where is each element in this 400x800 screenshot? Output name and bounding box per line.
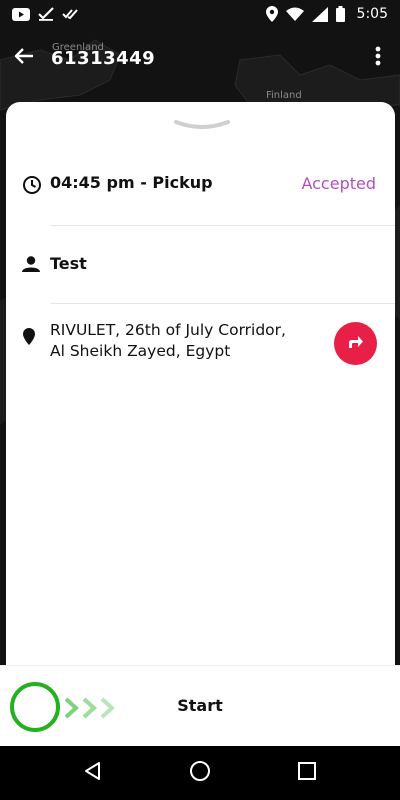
location-pin-icon [23,328,35,349]
directions-icon [348,334,364,353]
customer-row: Test [6,242,395,282]
address-row: RIVULET, 26th of July Corridor, Al Sheik… [6,320,395,380]
trip-details-card: 04:45 pm - Pickup Accepted Test RIVULET,… [6,102,395,665]
status-bar: 5:05 [0,0,400,28]
signal-icon [311,6,328,22]
address-line-1: RIVULET, 26th of July Corridor, [50,321,286,339]
status-left-icons [12,7,78,21]
map-label-finland: Finland [266,90,302,101]
location-icon [265,6,278,22]
status-badge: Accepted [301,174,376,193]
pickup-time: 04:45 pm - Pickup [50,173,213,192]
circle-home-icon [189,760,211,786]
status-right-icons: 5:05 [265,6,388,22]
more-vert-icon [375,46,381,70]
more-options-button[interactable] [368,44,388,72]
customer-name: Test [50,254,87,273]
back-button[interactable] [10,44,38,72]
status-time: 5:05 [356,6,388,22]
person-icon [22,256,40,276]
battery-icon [335,6,345,22]
start-label: Start [177,696,223,715]
start-slider-bar: Start [0,665,400,746]
pickup-time-row: 04:45 pm - Pickup Accepted [6,164,395,204]
system-back-button[interactable] [73,753,113,793]
page-title: 61313449 [51,47,156,69]
square-recents-icon [297,762,316,784]
clock-icon [22,175,42,199]
youtube-icon [12,7,30,21]
system-home-button[interactable] [180,753,220,793]
arrow-back-icon [14,48,33,68]
chevron-right-icon [64,696,126,720]
system-nav-bar [0,746,400,800]
divider [50,225,395,226]
check-icon [38,7,54,21]
system-recents-button[interactable] [287,753,327,793]
navigate-button[interactable] [334,322,377,365]
start-slider-knob[interactable] [10,682,60,732]
pickup-address: RIVULET, 26th of July Corridor, Al Sheik… [50,320,330,362]
address-line-2: Al Sheikh Zayed, Egypt [50,342,231,360]
double-check-icon [62,8,78,20]
app-bar: 61313449 [0,38,400,78]
divider [50,303,395,304]
drag-handle[interactable] [174,117,230,131]
triangle-back-icon [83,761,103,785]
wifi-icon [285,7,304,21]
